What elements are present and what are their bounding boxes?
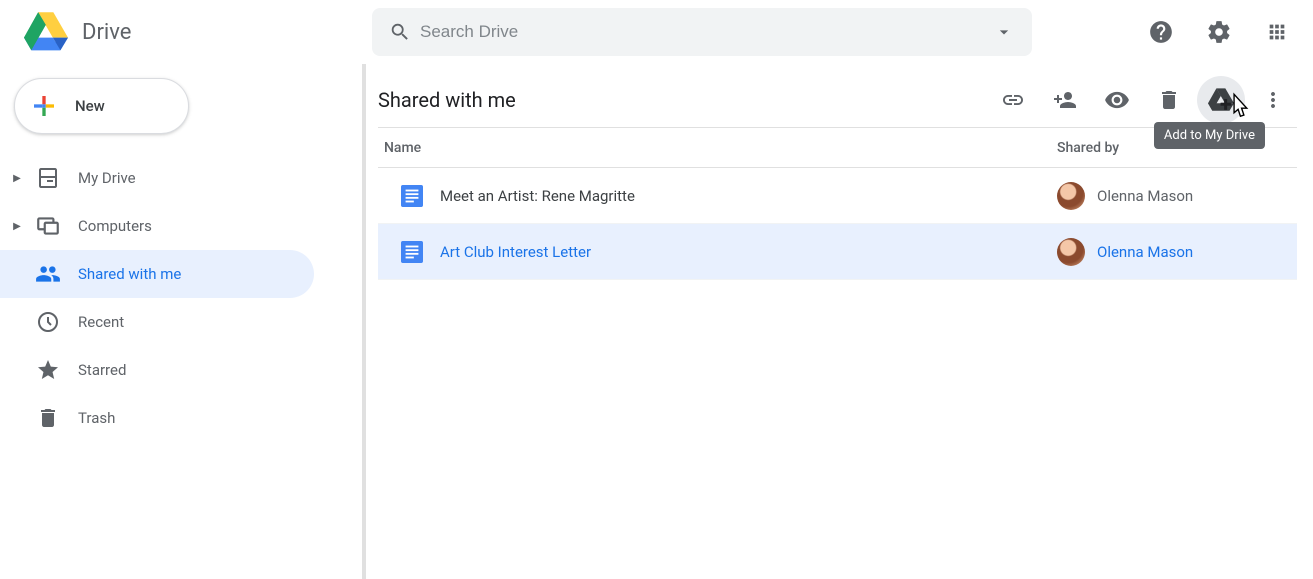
sidebar-item-computers[interactable]: ▶ Computers xyxy=(0,202,314,250)
new-button-label: New xyxy=(75,97,105,115)
my-drive-icon xyxy=(26,166,70,190)
shared-by-cell: Olenna Mason xyxy=(1057,182,1297,210)
file-name: Meet an Artist: Rene Magritte xyxy=(440,187,1057,205)
sidebar-item-my-drive[interactable]: ▶ My Drive xyxy=(0,154,314,202)
logo-area: Drive xyxy=(12,12,372,52)
star-icon xyxy=(26,358,70,382)
shared-by-name: Olenna Mason xyxy=(1097,243,1193,261)
sidebar-item-label: Recent xyxy=(78,313,124,331)
dropdown-icon[interactable] xyxy=(984,12,1024,52)
tooltip: Add to My Drive xyxy=(1154,122,1265,149)
sidebar-item-label: Trash xyxy=(78,409,115,427)
apps-icon[interactable] xyxy=(1257,12,1297,52)
trash-icon xyxy=(26,406,70,430)
action-icons: Add to My Drive xyxy=(989,76,1297,124)
page-title: Shared with me xyxy=(378,88,989,112)
column-name[interactable]: Name xyxy=(378,140,1057,156)
sidebar-item-starred[interactable]: Starred xyxy=(0,346,314,394)
sidebar-item-label: Starred xyxy=(78,361,126,379)
docs-icon xyxy=(398,182,426,210)
body-area: New ▶ My Drive ▶ Computers Shared with m… xyxy=(0,64,1313,579)
sidebar: New ▶ My Drive ▶ Computers Shared with m… xyxy=(0,64,360,579)
settings-icon[interactable] xyxy=(1199,12,1239,52)
file-row[interactable]: Meet an Artist: Rene Magritte Olenna Mas… xyxy=(378,168,1297,224)
delete-button[interactable] xyxy=(1145,76,1193,124)
chevron-right-icon: ▶ xyxy=(8,173,26,184)
shared-by-cell: Olenna Mason xyxy=(1057,238,1297,266)
main-content: Shared with me xyxy=(362,64,1313,579)
search-bar[interactable] xyxy=(372,8,1032,56)
chevron-right-icon: ▶ xyxy=(8,221,26,232)
people-icon xyxy=(26,261,70,287)
clock-icon xyxy=(26,310,70,334)
add-to-my-drive-button[interactable]: Add to My Drive xyxy=(1197,76,1245,124)
sidebar-item-label: Shared with me xyxy=(78,265,181,283)
search-input[interactable] xyxy=(420,22,984,42)
toolbar: Shared with me xyxy=(378,72,1297,128)
file-row[interactable]: Art Club Interest Letter Olenna Mason xyxy=(378,224,1297,280)
sidebar-item-shared-with-me[interactable]: Shared with me xyxy=(0,250,314,298)
avatar xyxy=(1057,238,1085,266)
sidebar-item-trash[interactable]: Trash xyxy=(0,394,314,442)
search-icon[interactable] xyxy=(380,12,420,52)
get-link-button[interactable] xyxy=(989,76,1037,124)
sidebar-item-label: My Drive xyxy=(78,169,136,187)
sidebar-item-label: Computers xyxy=(78,217,152,235)
header-actions xyxy=(1141,12,1297,52)
avatar xyxy=(1057,182,1085,210)
new-button[interactable]: New xyxy=(14,78,189,134)
more-actions-button[interactable] xyxy=(1249,76,1297,124)
docs-icon xyxy=(398,238,426,266)
app-title: Drive xyxy=(82,20,131,45)
sidebar-item-recent[interactable]: Recent xyxy=(0,298,314,346)
app-header: Drive xyxy=(0,0,1313,64)
computers-icon xyxy=(26,213,70,239)
shared-by-name: Olenna Mason xyxy=(1097,187,1193,205)
help-icon[interactable] xyxy=(1141,12,1181,52)
drive-logo-icon xyxy=(24,12,68,52)
preview-button[interactable] xyxy=(1093,76,1141,124)
plus-icon xyxy=(29,91,59,121)
share-button[interactable] xyxy=(1041,76,1089,124)
file-name: Art Club Interest Letter xyxy=(440,243,1057,261)
